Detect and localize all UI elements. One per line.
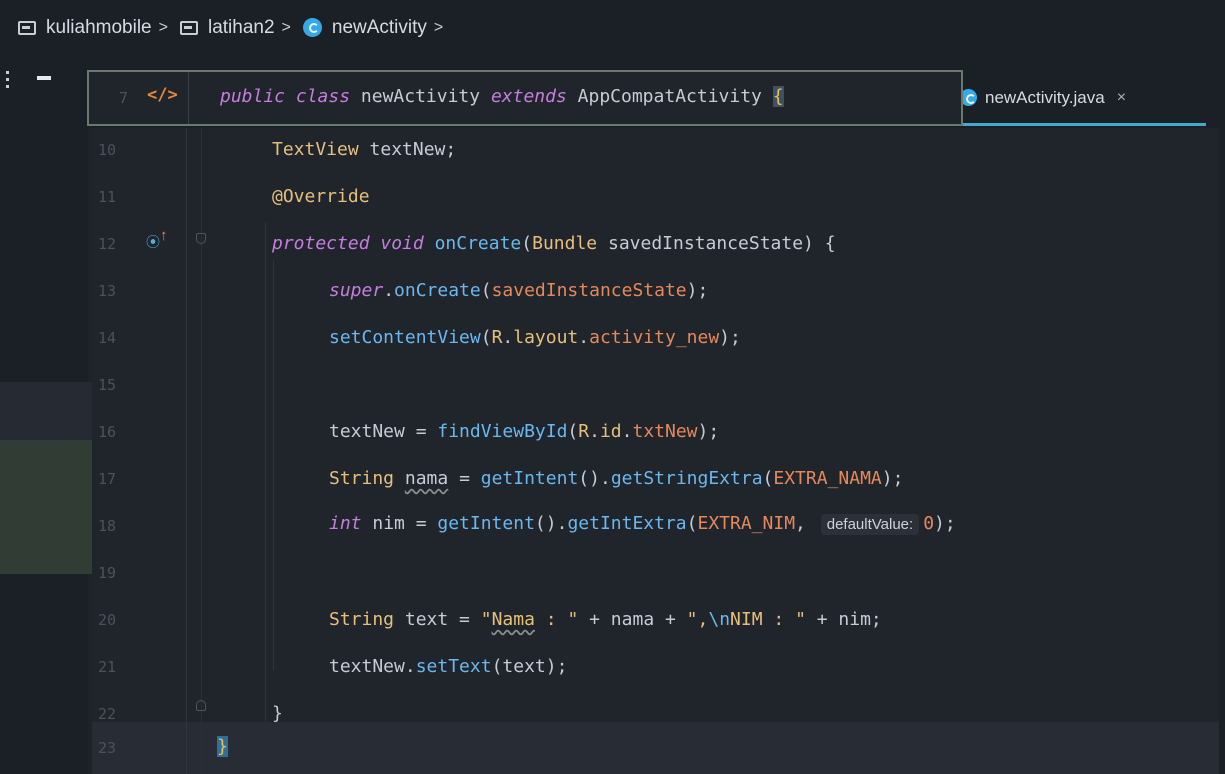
breadcrumb-label: kuliahmobile bbox=[46, 16, 152, 38]
minimize-icon[interactable] bbox=[37, 76, 51, 80]
fold-icon[interactable] bbox=[196, 233, 206, 244]
parameter-hint: defaultValue: bbox=[820, 514, 920, 535]
fold-icon[interactable] bbox=[196, 700, 206, 711]
breadcrumb-label: latihan2 bbox=[207, 16, 275, 38]
code-line-current[interactable]: 23 } bbox=[92, 722, 1225, 774]
project-panel-row-hover[interactable] bbox=[0, 382, 92, 440]
indent-guide bbox=[265, 222, 266, 722]
line-number: 21 bbox=[98, 658, 117, 676]
line-number: 11 bbox=[98, 188, 117, 206]
project-panel-row-selected[interactable] bbox=[0, 440, 92, 574]
code-line[interactable]: 13 super.onCreate(savedInstanceState); bbox=[92, 269, 1225, 316]
gutter-divider bbox=[186, 128, 187, 774]
code-line[interactable]: 19 bbox=[92, 551, 1225, 598]
code-line[interactable]: 11 @Override bbox=[92, 175, 1225, 222]
breadcrumb-item-kuliahmobile[interactable]: kuliahmobile > bbox=[18, 17, 168, 39]
line-number: 16 bbox=[98, 423, 117, 441]
tab-label: newActivity.java bbox=[985, 87, 1105, 107]
scrollbar[interactable] bbox=[1219, 128, 1225, 774]
warning-underline: Nama bbox=[491, 609, 535, 630]
breadcrumb-item-newactivity[interactable]: newActivity > bbox=[302, 16, 444, 39]
line-number: 20 bbox=[98, 611, 117, 629]
breadcrumb: kuliahmobile > latihan2 > newActivity > bbox=[0, 0, 1225, 55]
warning-underline: nama bbox=[404, 468, 449, 489]
line-number: 19 bbox=[98, 564, 117, 582]
code-line[interactable]: 12 protected void onCreate(Bundle savedI… bbox=[92, 222, 1225, 269]
java-class-icon bbox=[302, 18, 322, 37]
override-method-icon[interactable]: ⦿ bbox=[146, 232, 160, 252]
line-number: 7 bbox=[119, 89, 129, 107]
matched-brace: } bbox=[217, 736, 228, 757]
close-icon[interactable]: × bbox=[1117, 89, 1126, 107]
line-number: 13 bbox=[98, 282, 117, 300]
code-line[interactable]: 18 int nim = getIntent().getIntExtra(EXT… bbox=[92, 504, 1225, 551]
sticky-class-header[interactable]: 7 </> public class newActivity extends A… bbox=[87, 70, 963, 126]
chevron-right-icon: > bbox=[158, 18, 168, 36]
more-options-icon[interactable] bbox=[6, 71, 9, 89]
xml-layout-icon[interactable]: </> bbox=[147, 85, 178, 105]
line-number: 23 bbox=[98, 739, 117, 757]
chevron-right-icon: > bbox=[281, 18, 291, 36]
line-number: 17 bbox=[98, 470, 117, 488]
breadcrumb-label: newActivity bbox=[331, 16, 427, 38]
line-number: 10 bbox=[98, 141, 117, 159]
code-line[interactable]: 21 textNew.setText(text); bbox=[92, 645, 1225, 692]
line-number: 18 bbox=[98, 517, 117, 535]
code-line[interactable]: 17 String nama = getIntent().getStringEx… bbox=[92, 457, 1225, 504]
folder-icon bbox=[179, 20, 198, 35]
line-number: 14 bbox=[98, 329, 117, 347]
gutter-divider bbox=[188, 72, 189, 124]
matched-brace: { bbox=[772, 86, 784, 107]
gutter-divider bbox=[201, 128, 202, 774]
line-number: 12 bbox=[98, 235, 117, 253]
code-line[interactable]: 14 setContentView(R.layout.activity_new)… bbox=[92, 316, 1225, 363]
active-tab-indicator bbox=[960, 123, 1206, 126]
code-line[interactable]: 20 String text = "Nama : " + nama + ",\n… bbox=[92, 598, 1225, 645]
indent-guide bbox=[273, 260, 274, 670]
breadcrumb-item-latihan2[interactable]: latihan2 > bbox=[179, 16, 291, 39]
override-arrow-icon[interactable]: ↑ bbox=[160, 227, 168, 244]
code-line[interactable]: 16 textNew = findViewById(R.id.txtNew); bbox=[92, 410, 1225, 457]
folder-icon bbox=[18, 20, 36, 35]
line-number: 15 bbox=[98, 376, 117, 394]
tab-newactivity-java[interactable]: newActivity.java × bbox=[960, 70, 1208, 125]
code-line[interactable]: 15 bbox=[92, 363, 1225, 410]
chevron-right-icon: > bbox=[433, 18, 444, 36]
line-number: 22 bbox=[98, 705, 117, 723]
code-line[interactable]: 10 TextView textNew; bbox=[92, 128, 1225, 175]
